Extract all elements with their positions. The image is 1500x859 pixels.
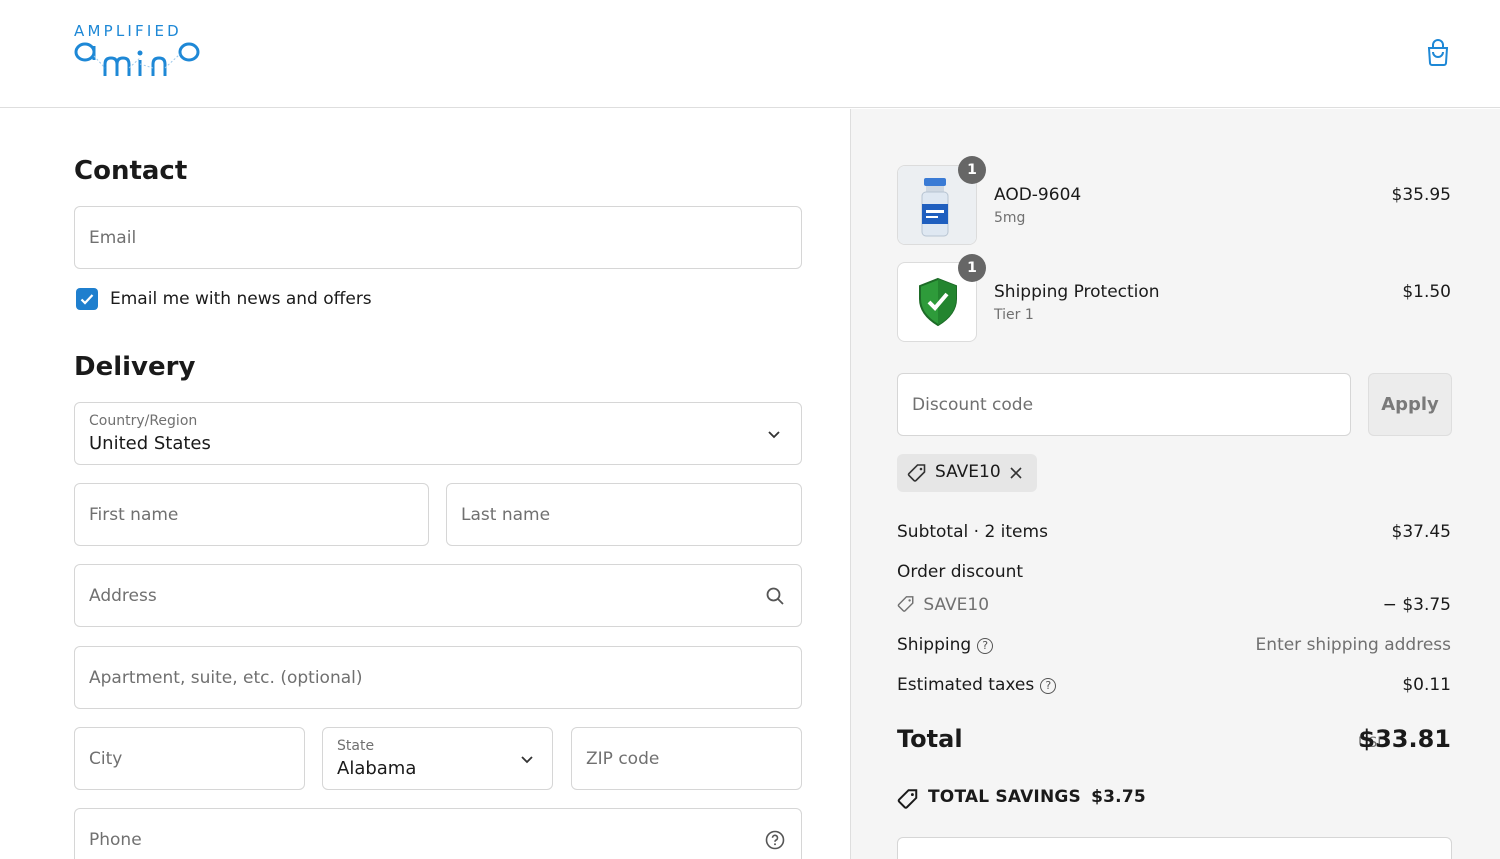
item-name: Shipping Protection bbox=[994, 282, 1160, 302]
item-variant: 5mg bbox=[994, 210, 1026, 226]
apply-discount-button[interactable]: Apply bbox=[1368, 373, 1452, 436]
chevron-down-icon bbox=[768, 430, 780, 438]
taxes-row-label: Estimated taxes? bbox=[897, 675, 1057, 695]
first-name-field[interactable]: First name bbox=[74, 483, 429, 546]
contact-heading: Contact bbox=[74, 156, 188, 186]
address-placeholder: Address bbox=[89, 585, 157, 606]
qty-badge: 1 bbox=[958, 254, 986, 282]
item-name: AOD-9604 bbox=[994, 185, 1082, 205]
help-icon[interactable]: ? bbox=[1040, 678, 1057, 694]
search-icon[interactable] bbox=[765, 586, 785, 606]
last-name-field[interactable]: Last name bbox=[446, 483, 802, 546]
item-variant: Tier 1 bbox=[994, 307, 1034, 323]
discount-code-text: SAVE10 bbox=[923, 595, 990, 615]
taxes-value: $0.11 bbox=[1402, 675, 1451, 695]
city-placeholder: City bbox=[89, 748, 123, 769]
last-name-placeholder: Last name bbox=[461, 504, 551, 525]
country-label: Country/Region bbox=[89, 413, 198, 429]
tag-icon bbox=[897, 789, 918, 809]
tag-icon bbox=[907, 464, 926, 482]
chevron-down-icon bbox=[521, 755, 533, 763]
discount-code-field[interactable]: Discount code bbox=[897, 373, 1351, 436]
check-icon bbox=[80, 294, 94, 305]
subtotal-label: Subtotal · 2 items bbox=[897, 522, 1048, 542]
apartment-field[interactable]: Apartment, suite, etc. (optional) bbox=[74, 646, 802, 709]
zip-field[interactable]: ZIP code bbox=[571, 727, 802, 790]
qty-badge: 1 bbox=[958, 156, 986, 184]
discount-code-line: SAVE10 bbox=[897, 595, 989, 615]
applied-discount-code: SAVE10 bbox=[935, 462, 1001, 482]
header: AMPLIFIED bbox=[0, 0, 1500, 108]
shipping-row-label: Shipping? bbox=[897, 635, 994, 655]
savings-value: $3.75 bbox=[1091, 787, 1146, 807]
country-value: United States bbox=[89, 433, 211, 454]
tag-icon bbox=[897, 596, 914, 612]
total-label: Total bbox=[897, 725, 963, 753]
applied-discount-chip: SAVE10 bbox=[897, 454, 1037, 492]
country-select[interactable]: Country/Region United States bbox=[74, 402, 802, 465]
apartment-placeholder: Apartment, suite, etc. (optional) bbox=[89, 667, 363, 688]
close-icon[interactable] bbox=[1008, 465, 1024, 481]
shopping-bag-icon[interactable] bbox=[1423, 37, 1453, 67]
summary-footer-box bbox=[897, 837, 1452, 859]
state-value: Alabama bbox=[337, 758, 417, 779]
logo-amino-graphic bbox=[74, 42, 200, 76]
state-label: State bbox=[337, 738, 375, 754]
subtotal-value: $37.45 bbox=[1391, 522, 1451, 542]
discount-value: − $3.75 bbox=[1382, 595, 1451, 615]
email-placeholder: Email bbox=[89, 227, 137, 248]
delivery-heading: Delivery bbox=[74, 352, 196, 382]
shipping-label: Shipping bbox=[897, 635, 972, 655]
taxes-label: Estimated taxes bbox=[897, 675, 1035, 695]
newsletter-label: Email me with news and offers bbox=[110, 289, 372, 309]
first-name-placeholder: First name bbox=[89, 504, 179, 525]
zip-placeholder: ZIP code bbox=[586, 748, 660, 769]
brand-logo[interactable]: AMPLIFIED bbox=[74, 22, 204, 82]
discount-placeholder: Discount code bbox=[912, 394, 1034, 415]
phone-placeholder: Phone bbox=[89, 829, 142, 850]
total-savings: TOTAL SAVINGS $3.75 bbox=[928, 787, 1146, 807]
item-price: $1.50 bbox=[1402, 282, 1451, 302]
shipping-value: Enter shipping address bbox=[1255, 635, 1451, 655]
city-field[interactable]: City bbox=[74, 727, 305, 790]
item-price: $35.95 bbox=[1391, 185, 1451, 205]
state-select[interactable]: State Alabama bbox=[322, 727, 553, 790]
savings-label: TOTAL SAVINGS bbox=[928, 787, 1081, 807]
total-value: $33.81 bbox=[1358, 725, 1451, 753]
help-icon[interactable]: ? bbox=[977, 638, 994, 654]
email-field[interactable]: Email bbox=[74, 206, 802, 269]
phone-field[interactable]: Phone bbox=[74, 808, 802, 859]
help-circle-icon[interactable] bbox=[765, 830, 785, 850]
address-field[interactable]: Address bbox=[74, 564, 802, 627]
order-discount-label: Order discount bbox=[897, 562, 1024, 582]
newsletter-checkbox[interactable] bbox=[76, 288, 98, 310]
